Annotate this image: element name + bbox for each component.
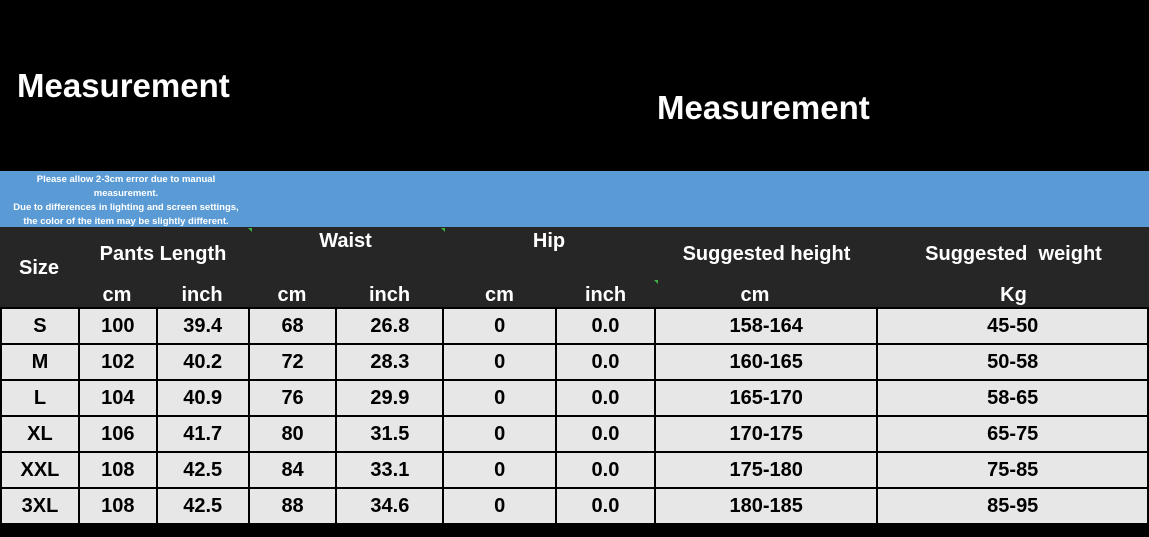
cell-waist-cm: 88 bbox=[247, 487, 338, 525]
cell-pants-cm: 104 bbox=[77, 379, 158, 417]
cell-height: 175-180 bbox=[653, 451, 879, 489]
unit-pants-cm: cm bbox=[102, 284, 132, 306]
cell-pants-cm: 102 bbox=[77, 343, 158, 381]
cell-pants-cm: 106 bbox=[77, 415, 158, 453]
header-suggested-weight: Suggested weight bbox=[925, 243, 1102, 265]
cell-marker-icon bbox=[441, 228, 445, 232]
cell-waist-inch: 33.1 bbox=[335, 451, 445, 489]
cell-size: L bbox=[0, 379, 80, 417]
measurement-title-left: Measurement bbox=[17, 67, 230, 104]
unit-waist-inch: inch bbox=[368, 284, 411, 306]
cell-height: 158-164 bbox=[653, 307, 879, 345]
cell-hip-cm: 0 bbox=[442, 487, 558, 525]
cell-waist-inch: 26.8 bbox=[335, 307, 445, 345]
cell-weight: 50-58 bbox=[876, 343, 1149, 381]
cell-hip-inch: 0.0 bbox=[555, 415, 656, 453]
cell-pants-inch: 42.5 bbox=[155, 451, 250, 489]
cell-waist-cm: 76 bbox=[247, 379, 338, 417]
cell-hip-cm: 0 bbox=[442, 307, 558, 345]
cell-size: XXL bbox=[0, 451, 80, 489]
table-row: XXL 108 42.5 84 33.1 0 0.0 175-180 75-85 bbox=[0, 451, 1149, 489]
cell-hip-inch: 0.0 bbox=[555, 343, 656, 381]
cell-pants-inch: 40.2 bbox=[155, 343, 250, 381]
cell-pants-inch: 40.9 bbox=[155, 379, 250, 417]
unit-height-cm: cm bbox=[740, 284, 770, 306]
cell-pants-cm: 108 bbox=[77, 451, 158, 489]
table-row: S 100 39.4 68 26.8 0 0.0 158-164 45-50 bbox=[0, 307, 1149, 345]
notice-bar: Please allow 2-3cm error due to manual m… bbox=[0, 171, 1149, 227]
cell-waist-inch: 28.3 bbox=[335, 343, 445, 381]
notice-line: Due to differences in lighting and scree… bbox=[13, 202, 239, 213]
notice-text: Please allow 2-3cm error due to manual m… bbox=[0, 173, 252, 229]
table-header: Size Pants Length Waist Hip Suggested he… bbox=[0, 227, 1149, 307]
cell-hip-cm: 0 bbox=[442, 379, 558, 417]
size-table-body: S 100 39.4 68 26.8 0 0.0 158-164 45-50 M… bbox=[0, 307, 1149, 525]
cell-hip-cm: 0 bbox=[442, 451, 558, 489]
cell-marker-icon bbox=[248, 228, 252, 232]
table-row: XL 106 41.7 80 31.5 0 0.0 170-175 65-75 bbox=[0, 415, 1149, 453]
cell-size: M bbox=[0, 343, 80, 381]
cell-height: 165-170 bbox=[653, 379, 879, 417]
cell-pants-inch: 41.7 bbox=[155, 415, 250, 453]
cell-waist-inch: 29.9 bbox=[335, 379, 445, 417]
cell-marker-icon bbox=[654, 280, 658, 284]
cell-weight: 65-75 bbox=[876, 415, 1149, 453]
size-chart-page: Measurement Measurement Please allow 2-3… bbox=[0, 0, 1149, 537]
cell-hip-cm: 0 bbox=[442, 343, 558, 381]
cell-height: 160-165 bbox=[653, 343, 879, 381]
cell-pants-inch: 39.4 bbox=[155, 307, 250, 345]
table-row: L 104 40.9 76 29.9 0 0.0 165-170 58-65 bbox=[0, 379, 1149, 417]
table-row: M 102 40.2 72 28.3 0 0.0 160-165 50-58 bbox=[0, 343, 1149, 381]
header-hip: Hip bbox=[532, 230, 566, 252]
header-pants-length: Pants Length bbox=[99, 243, 227, 265]
cell-pants-cm: 100 bbox=[77, 307, 158, 345]
table-row: 3XL 108 42.5 88 34.6 0 0.0 180-185 85-95 bbox=[0, 487, 1149, 525]
measurement-title-right: Measurement bbox=[657, 89, 870, 126]
cell-size: 3XL bbox=[0, 487, 80, 525]
header-waist: Waist bbox=[319, 230, 372, 252]
cell-height: 170-175 bbox=[653, 415, 879, 453]
unit-pants-inch: inch bbox=[181, 284, 223, 306]
cell-waist-cm: 72 bbox=[247, 343, 338, 381]
cell-height: 180-185 bbox=[653, 487, 879, 525]
cell-hip-inch: 0.0 bbox=[555, 307, 656, 345]
cell-hip-inch: 0.0 bbox=[555, 487, 656, 525]
unit-weight-kg: Kg bbox=[1000, 284, 1027, 306]
cell-waist-cm: 68 bbox=[247, 307, 338, 345]
cell-pants-inch: 42.5 bbox=[155, 487, 250, 525]
cell-pants-cm: 108 bbox=[77, 487, 158, 525]
unit-hip-inch: inch bbox=[584, 284, 627, 306]
cell-waist-inch: 34.6 bbox=[335, 487, 445, 525]
cell-hip-inch: 0.0 bbox=[555, 379, 656, 417]
size-table: S 100 39.4 68 26.8 0 0.0 158-164 45-50 M… bbox=[0, 307, 1149, 525]
header-size: Size bbox=[18, 257, 60, 279]
cell-size: XL bbox=[0, 415, 80, 453]
notice-line: measurement. bbox=[93, 188, 159, 199]
cell-weight: 45-50 bbox=[876, 307, 1149, 345]
cell-waist-cm: 80 bbox=[247, 415, 338, 453]
unit-hip-cm: cm bbox=[485, 284, 514, 306]
cell-weight: 75-85 bbox=[876, 451, 1149, 489]
cell-hip-inch: 0.0 bbox=[555, 451, 656, 489]
cell-waist-cm: 84 bbox=[247, 451, 338, 489]
cell-weight: 58-65 bbox=[876, 379, 1149, 417]
header-suggested-height: Suggested height bbox=[682, 243, 851, 265]
cell-hip-cm: 0 bbox=[442, 415, 558, 453]
notice-line: Please allow 2-3cm error due to manual bbox=[36, 174, 216, 185]
cell-waist-inch: 31.5 bbox=[335, 415, 445, 453]
unit-waist-cm: cm bbox=[277, 284, 307, 306]
cell-weight: 85-95 bbox=[876, 487, 1149, 525]
cell-size: S bbox=[0, 307, 80, 345]
